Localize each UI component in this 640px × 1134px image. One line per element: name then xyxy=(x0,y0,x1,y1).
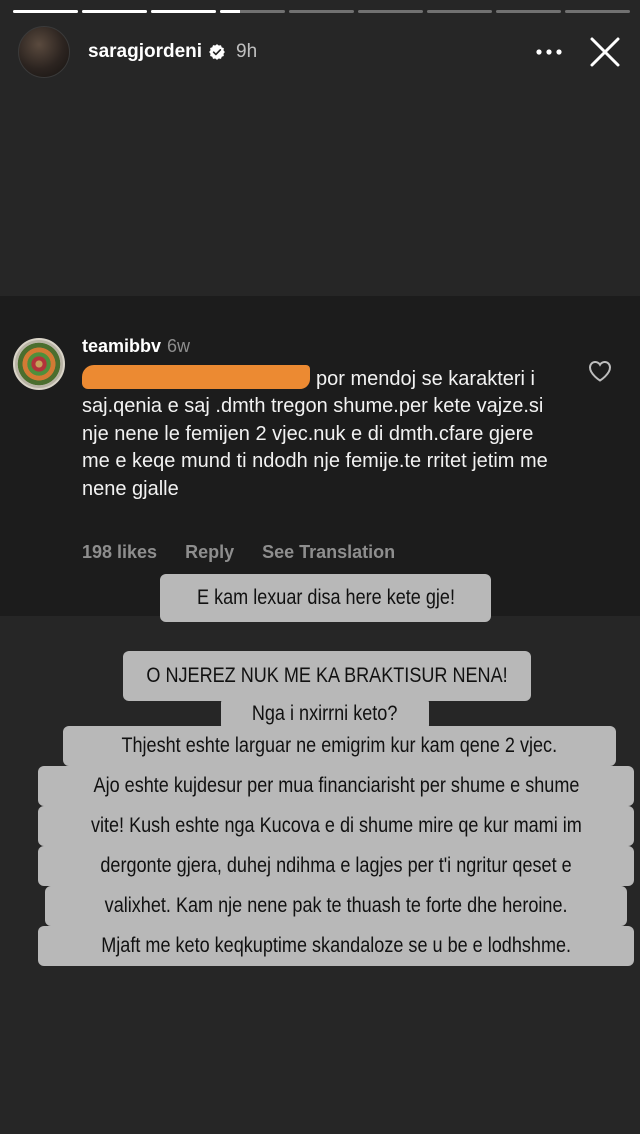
progress-segment xyxy=(289,10,354,13)
caption-line-2: O NJEREZ NUK ME KA BRAKTISUR NENA! xyxy=(123,651,531,701)
progress-segment-fill xyxy=(151,10,216,13)
caption-paragraph: Thjesht eshte larguar ne emigrim kur kam… xyxy=(38,726,634,968)
commenter-avatar[interactable] xyxy=(13,338,65,390)
story-progress-bar xyxy=(13,10,630,14)
caption-line-1: E kam lexuar disa here kete gje! xyxy=(160,574,491,622)
commenter-row: teamibbv 6w xyxy=(82,336,190,357)
caption-paragraph-text: dergonte gjera, duhej ndihma e lagjes pe… xyxy=(100,854,572,877)
progress-segment-fill xyxy=(13,10,78,13)
caption-paragraph-line: Mjaft me keto keqkuptime skandaloze se u… xyxy=(38,926,634,966)
story-timestamp: 9h xyxy=(236,41,258,62)
progress-segment xyxy=(151,10,216,13)
close-icon[interactable] xyxy=(588,35,622,69)
progress-segment xyxy=(427,10,492,13)
caption-text-2: O NJEREZ NUK ME KA BRAKTISUR NENA! xyxy=(146,664,508,687)
comment-timestamp: 6w xyxy=(167,336,191,356)
caption-paragraph-text: Thjesht eshte larguar ne emigrim kur kam… xyxy=(121,734,558,757)
progress-segment xyxy=(220,10,285,13)
story-username[interactable]: saragjordeni xyxy=(88,41,202,63)
caption-paragraph-text: valixhet. Kam nje nene pak te thuash te … xyxy=(104,894,568,917)
commenter-username[interactable]: teamibbv xyxy=(82,336,161,356)
shared-comment-card: teamibbv 6w por mendoj se karakteri i saj… xyxy=(0,296,640,616)
reply-button[interactable]: Reply xyxy=(185,542,234,563)
progress-segment xyxy=(358,10,423,13)
likes-count[interactable]: 198 likes xyxy=(82,542,157,563)
caption-paragraph-line: valixhet. Kam nje nene pak te thuash te … xyxy=(45,886,627,926)
comment-text: por mendoj se karakteri i saj.qenia e sa… xyxy=(82,365,552,503)
see-translation-button[interactable]: See Translation xyxy=(262,542,395,563)
caption-paragraph-line: Ajo eshte kujdesur per mua financiarisht… xyxy=(38,766,634,806)
progress-segment xyxy=(82,10,147,13)
caption-text-3: Nga i nxirrni keto? xyxy=(252,702,398,725)
caption-paragraph-text: Ajo eshte kujdesur per mua financiarisht… xyxy=(93,774,579,797)
progress-segment xyxy=(496,10,561,13)
caption-paragraph-text: Mjaft me keto keqkuptime skandaloze se u… xyxy=(101,934,571,957)
comment-meta: 198 likes Reply See Translation xyxy=(82,542,395,563)
caption-paragraph-line: vite! Kush eshte nga Kucova e di shume m… xyxy=(38,806,634,846)
heart-icon[interactable] xyxy=(588,360,612,382)
caption-paragraph-text: vite! Kush eshte nga Kucova e di shume m… xyxy=(90,814,582,837)
story-header: saragjordeni 9h xyxy=(18,26,622,78)
story-viewer[interactable]: saragjordeni 9h teamibbv 6w por mendoj se… xyxy=(0,0,640,1134)
progress-segment xyxy=(13,10,78,13)
caption-text-1: E kam lexuar disa here kete gje! xyxy=(196,586,455,609)
profile-avatar[interactable] xyxy=(18,26,70,78)
progress-segment-fill xyxy=(82,10,147,13)
progress-segment-fill xyxy=(220,10,240,13)
redaction-mark xyxy=(82,365,310,389)
caption-paragraph-line: dergonte gjera, duhej ndihma e lagjes pe… xyxy=(38,846,634,886)
caption-paragraph-line: Thjesht eshte larguar ne emigrim kur kam… xyxy=(63,726,616,766)
more-options-icon[interactable] xyxy=(534,37,564,67)
verified-badge-icon xyxy=(209,44,225,60)
progress-segment xyxy=(565,10,630,13)
